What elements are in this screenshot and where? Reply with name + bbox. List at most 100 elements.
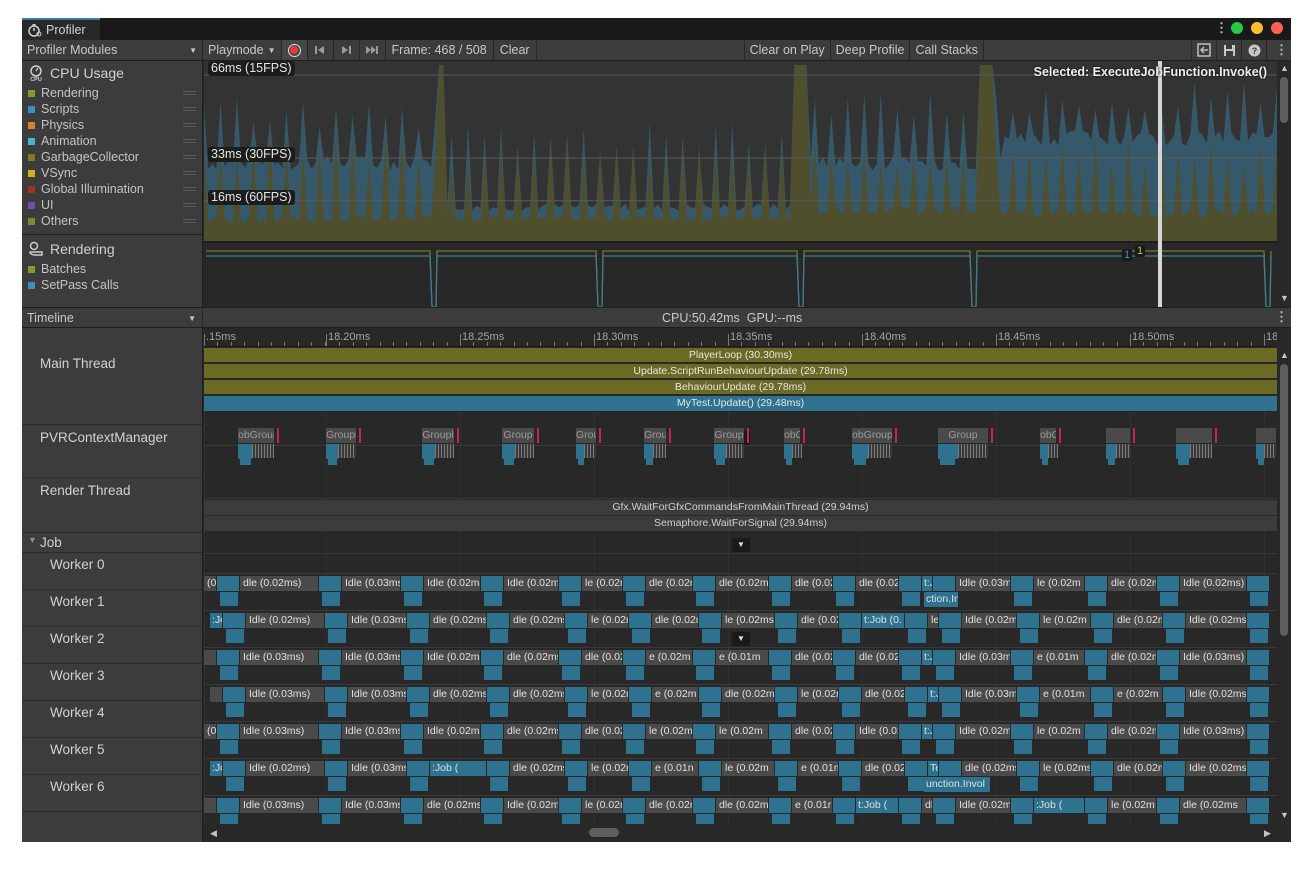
sample-job[interactable] [905, 761, 927, 776]
sample-job-function[interactable] [220, 592, 238, 606]
sample-job[interactable] [559, 576, 581, 591]
close-button[interactable] [1271, 22, 1283, 34]
target-dropdown[interactable]: Playmode ▼ [203, 40, 282, 60]
sample-idle[interactable]: e (0.01m [716, 650, 768, 665]
sample-job-schedule[interactable] [422, 444, 435, 459]
sample-mytest-update[interactable]: MyTest.Update() (29.48ms) [204, 396, 1277, 411]
cpu-chart-svg[interactable] [204, 61, 1277, 307]
sample-job-child[interactable] [578, 459, 584, 465]
sample-job[interactable] [933, 576, 955, 591]
sample-small-jobs[interactable] [1115, 444, 1130, 458]
sample-job[interactable] [833, 724, 855, 739]
sample-job-group[interactable]: Group [502, 428, 534, 443]
sample-job[interactable] [1247, 724, 1269, 739]
sample-idle[interactable]: dle (0.02ms) [504, 650, 558, 665]
sample-small-jobs[interactable] [1048, 444, 1058, 458]
sample-job[interactable] [699, 761, 721, 776]
sample-idle[interactable]: e (0.02m [652, 687, 698, 702]
cpu-legend-item[interactable]: Animation [22, 133, 202, 149]
sample-idle[interactable]: dle (0.02ms [646, 576, 692, 591]
drag-handle-icon[interactable] [183, 123, 196, 127]
sample-idle[interactable]: Idle (0.03ms) [342, 576, 400, 591]
sample-job-function[interactable] [942, 629, 960, 643]
sample-job-function[interactable] [410, 703, 428, 717]
sample-idle[interactable]: dle (0.02ms [862, 761, 904, 776]
clear-on-play-toggle[interactable]: Clear on Play [745, 40, 831, 60]
sample-job-schedule[interactable] [852, 444, 868, 459]
sample-job-function[interactable] [322, 814, 340, 824]
sample-job-function[interactable] [1250, 740, 1268, 754]
sample-idle[interactable]: Idle (0.03ms) [348, 761, 406, 776]
sample-job-function[interactable] [404, 740, 422, 754]
sample-job-child[interactable] [1178, 459, 1189, 465]
sample-job[interactable]: t:Job (0. [862, 613, 904, 628]
sample-job-group[interactable]: Group [714, 428, 744, 443]
sample-idle[interactable]: dle (0.02ms [504, 724, 558, 739]
sample-job-function[interactable] [328, 703, 346, 717]
sample-idle[interactable]: dle (0.02ms [510, 687, 564, 702]
first-frame-button[interactable] [308, 40, 334, 60]
sample-job-function[interactable] [1250, 703, 1268, 717]
sample-job[interactable] [693, 650, 715, 665]
sample-job[interactable] [487, 613, 509, 628]
sample-idle[interactable]: le (0.02m [798, 687, 838, 702]
timeline-options-icon[interactable]: ⋮ [1275, 310, 1288, 323]
sample-idle[interactable]: le (0.02m [1034, 724, 1084, 739]
sample-idle[interactable]: dle (0.02ms [1180, 798, 1246, 813]
sample-job-schedule[interactable] [714, 444, 726, 459]
cpu-legend-item[interactable]: UI [22, 197, 202, 213]
thread-worker-4[interactable]: Worker 4 [22, 701, 203, 738]
record-button[interactable] [281, 40, 308, 60]
sample-job[interactable] [1157, 650, 1179, 665]
rendering-legend-item[interactable]: Batches [22, 261, 202, 277]
sample-job-child[interactable] [328, 459, 337, 465]
timeline-vscroll-thumb[interactable] [1280, 364, 1288, 636]
thread-main[interactable]: Main Thread [22, 328, 203, 425]
sample-idle[interactable]: dle (0.02ms [582, 650, 622, 665]
sample-job-function[interactable] [842, 629, 860, 643]
clear-button[interactable]: Clear [494, 40, 537, 60]
sample-idle[interactable]: Idle (0.02ms) [1180, 576, 1246, 591]
sample-idle[interactable]: Idle (0.03ms) [956, 650, 1010, 665]
sample-small-jobs[interactable] [1190, 444, 1212, 458]
sample-idle[interactable]: le (0.02m [588, 761, 628, 776]
sample-job-function[interactable] [626, 814, 644, 824]
sample-idle[interactable]: (0.02r [204, 576, 216, 591]
sample-idle[interactable]: e (0.02m [1114, 687, 1162, 702]
sample-idle[interactable]: le (0.02ms [582, 798, 622, 813]
sample-idle[interactable]: Idle (0.03ms) [240, 650, 318, 665]
sample-job-function[interactable] [1094, 777, 1112, 791]
sample-job[interactable] [319, 650, 341, 665]
sample-job-function[interactable] [1014, 740, 1032, 754]
sample-job[interactable]: t:Job ( [922, 650, 932, 665]
sample-gfx-wait[interactable]: Gfx.WaitForGfxCommandsFromMainThread (29… [204, 500, 1277, 515]
sample-job[interactable] [833, 650, 855, 665]
sample-job[interactable] [565, 761, 587, 776]
sample-idle[interactable]: Idle (0.02ms) [1186, 687, 1246, 702]
sample-job[interactable] [775, 687, 797, 702]
expand-triangle-icon[interactable]: ▼ [28, 535, 37, 545]
sample-job[interactable] [899, 576, 921, 591]
sample-job-function[interactable] [404, 666, 422, 680]
cpu-usage-chart[interactable]: 66ms (15FPS) 33ms (30FPS) 16ms (60FPS) S… [204, 61, 1277, 307]
sample-job[interactable]: t:Job ( [856, 798, 898, 813]
next-frame-button[interactable] [334, 40, 360, 60]
scroll-down-icon[interactable]: ▼ [1280, 810, 1289, 820]
thread-group-job[interactable]: ▼ Job [22, 533, 203, 553]
sample-idle[interactable]: e (0.01r [792, 798, 832, 813]
help-button[interactable]: ? [1241, 40, 1266, 60]
sample-idle[interactable] [204, 650, 216, 665]
sample-job[interactable] [1163, 761, 1185, 776]
sample-idle[interactable]: Idle (0.03ms) [240, 798, 318, 813]
sample-job[interactable] [325, 687, 347, 702]
view-mode-dropdown[interactable]: Timeline ▼ [22, 308, 203, 328]
sample-idle[interactable]: Idle (0.03ms) [240, 724, 318, 739]
sample-job[interactable] [933, 724, 955, 739]
sample-job-schedule[interactable] [1176, 444, 1191, 459]
sample-job[interactable] [217, 576, 239, 591]
sample-job-function[interactable] [696, 666, 714, 680]
sample-behaviour-update[interactable]: BehaviourUpdate (29.78ms) [204, 380, 1277, 395]
sample-job[interactable] [1091, 761, 1113, 776]
sample-job[interactable] [1157, 576, 1179, 591]
sample-job-schedule[interactable] [238, 444, 253, 459]
